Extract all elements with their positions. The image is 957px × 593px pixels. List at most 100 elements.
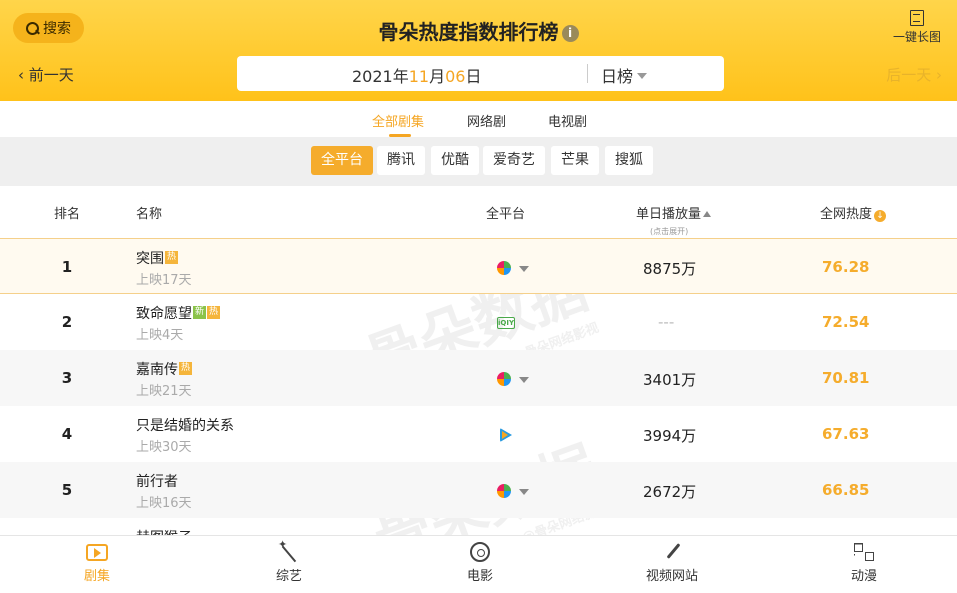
column-rank: 排名 — [54, 207, 81, 222]
rank-number: 4 — [61, 425, 73, 443]
show-name[interactable]: 致命愿望新热 — [136, 303, 220, 323]
bottom-navigation: 剧集 综艺 电影 视频网站 动漫 — [0, 535, 957, 593]
nav-video-sites[interactable]: 视频网站 — [632, 542, 712, 584]
date-month: 11 — [408, 67, 430, 86]
column-name: 名称 — [136, 207, 163, 222]
brush-icon — [661, 542, 683, 562]
days-on-air: 上映4天 — [136, 328, 184, 343]
platform-filter-bar: 全平台 腾讯 优酷 爱奇艺 芒果 搜狐 — [0, 137, 957, 186]
heat-index: 67.63 — [822, 425, 870, 443]
show-name[interactable]: 突围热 — [136, 248, 178, 268]
rank-number: 3 — [61, 369, 73, 387]
days-on-air: 上映21天 — [136, 384, 192, 399]
page-title: 骨朵热度指数排行榜 i — [0, 16, 957, 45]
caret-down-icon — [637, 73, 648, 79]
page-title-text: 骨朵热度指数排行榜 — [378, 20, 559, 44]
hot-badge: 热 — [165, 251, 178, 264]
date-divider — [587, 64, 588, 83]
show-name[interactable]: 前行者 — [136, 471, 178, 491]
long-image-button[interactable]: 一键长图 — [892, 10, 942, 45]
info-icon[interactable]: i — [561, 25, 579, 42]
show-name[interactable]: 嘉南传热 — [136, 359, 192, 379]
chevron-right-icon: › — [931, 66, 942, 84]
caret-down-icon[interactable] — [519, 489, 529, 495]
column-heat-label: 全网热度 — [820, 207, 873, 222]
table-row[interactable]: 5 前行者 上映16天 2672万 66.85 — [0, 462, 957, 518]
days-on-air: 上映30天 — [136, 440, 192, 455]
daily-plays: --- — [658, 313, 675, 331]
new-badge: 新 — [193, 306, 206, 319]
nav-anime[interactable]: 动漫 — [824, 542, 904, 584]
show-name[interactable]: 只是结婚的关系 — [136, 415, 234, 435]
ranking-list: 骨朵数据 @骨朵网络影视 骨朵数据 @骨朵网络影视 1 突围热 上映17天 88… — [0, 238, 957, 535]
next-day-button[interactable]: 后一天 › — [886, 64, 942, 85]
nav-movies[interactable]: 电影 — [440, 542, 520, 584]
multi-platform-icon[interactable] — [497, 484, 511, 498]
table-row[interactable]: 1 突围热 上映17天 8875万 76.28 — [0, 238, 957, 294]
table-row[interactable]: 3 嘉南传热 上映21天 3401万 70.81 — [0, 350, 957, 406]
nav-movies-label: 电影 — [466, 569, 493, 584]
column-platform: 全平台 — [486, 207, 526, 222]
multi-platform-icon[interactable] — [497, 261, 511, 275]
daily-plays: 2672万 — [643, 483, 697, 501]
show-name[interactable]: 赫图猴子 — [136, 527, 192, 535]
platform-all[interactable]: 全平台 — [311, 146, 373, 175]
show-title: 突围 — [136, 251, 164, 267]
tencent-video-icon — [500, 428, 512, 442]
column-plays-hint: (点击展开) — [650, 227, 689, 236]
prev-day-label: 前一天 — [28, 66, 74, 84]
heat-index: 66.85 — [822, 481, 870, 499]
table-row[interactable]: 赫图猴子 — [0, 518, 957, 535]
nav-anime-label: 动漫 — [850, 569, 877, 584]
daily-plays: 3994万 — [643, 427, 697, 445]
tab-web-series[interactable]: 网络剧 — [467, 111, 506, 130]
rank-number: 2 — [61, 313, 73, 331]
date-month-unit: 月 — [429, 67, 446, 86]
days-on-air: 上映17天 — [136, 273, 192, 288]
daily-plays: 8875万 — [643, 260, 697, 278]
nav-variety[interactable]: 综艺 — [249, 538, 329, 584]
caret-down-icon[interactable] — [519, 377, 529, 383]
show-title: 嘉南传 — [136, 362, 178, 378]
document-icon — [910, 10, 924, 26]
nav-series[interactable]: 剧集 — [57, 542, 137, 584]
sort-up-icon — [703, 211, 712, 217]
prev-day-button[interactable]: ‹ 前一天 — [18, 64, 74, 85]
category-tabs: 全部剧集 网络剧 电视剧 — [0, 101, 957, 137]
rank-number: 5 — [61, 481, 73, 499]
column-heat[interactable]: 全网热度 ↓ — [820, 203, 887, 222]
long-image-label: 一键长图 — [892, 30, 941, 44]
table-row[interactable]: 2 致命愿望新热 上映4天 iQIY --- 72.54 — [0, 294, 957, 350]
nav-variety-label: 综艺 — [275, 569, 302, 584]
platform-sohu[interactable]: 搜狐 — [605, 146, 653, 175]
tab-all-series[interactable]: 全部剧集 — [372, 111, 424, 137]
period-dropdown[interactable]: 日榜 — [601, 63, 648, 87]
top-header: 搜索 骨朵热度指数排行榜 i 一键长图 ‹ 前一天 2021年11月06日 日榜 … — [0, 0, 957, 101]
platform-iqiyi[interactable]: 爱奇艺 — [483, 146, 545, 175]
film-reel-icon — [470, 542, 490, 562]
date-day: 06 — [445, 67, 466, 86]
platform-mango[interactable]: 芒果 — [551, 146, 599, 175]
date-day-unit: 日 — [465, 67, 482, 86]
nav-video-sites-label: 视频网站 — [645, 569, 698, 584]
heat-index: 70.81 — [822, 369, 870, 387]
platform-youku[interactable]: 优酷 — [431, 146, 479, 175]
date-year: 2021 — [352, 67, 393, 86]
hot-badge: 热 — [207, 306, 220, 319]
platform-tencent[interactable]: 腾讯 — [377, 146, 425, 175]
caret-down-icon[interactable] — [519, 266, 529, 272]
column-plays[interactable]: 单日播放量 (点击展开) — [636, 203, 712, 236]
date-selector[interactable]: 2021年11月06日 日榜 — [237, 56, 724, 91]
magic-wand-icon — [278, 538, 300, 562]
multi-platform-icon[interactable] — [497, 372, 511, 386]
tab-tv-series[interactable]: 电视剧 — [548, 111, 587, 130]
rank-number: 1 — [61, 258, 73, 276]
column-plays-label: 单日播放量 — [636, 207, 702, 222]
iqiyi-icon: iQIY — [497, 317, 515, 329]
table-row[interactable]: 4 只是结婚的关系 上映30天 3994万 67.63 — [0, 406, 957, 462]
blocks-icon — [853, 542, 875, 562]
chevron-left-icon: ‹ — [18, 66, 29, 84]
heat-index: 72.54 — [822, 313, 870, 331]
date-display[interactable]: 2021年11月06日 — [352, 63, 481, 87]
tv-icon — [86, 544, 108, 561]
